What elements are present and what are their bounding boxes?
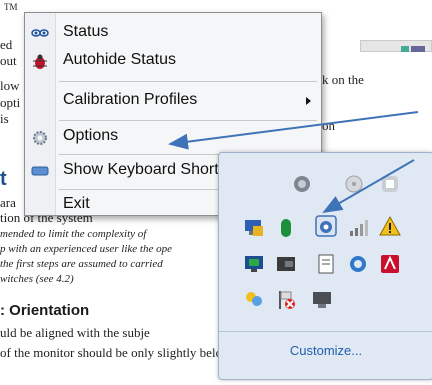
doc-text: the first steps are assumed to carried [0, 258, 163, 270]
menu-item-autohide-status[interactable]: Autohide Status [25, 47, 321, 75]
disc-icon[interactable] [343, 173, 365, 195]
drive-icon[interactable] [275, 253, 297, 275]
doc-text: TM [4, 2, 18, 12]
warning-icon[interactable] [379, 215, 401, 237]
eyes-tray-icon[interactable] [315, 215, 337, 237]
doc-text: out [0, 53, 17, 68]
monitor-icon[interactable] [311, 289, 333, 311]
doc-text: on [322, 118, 335, 133]
doc-text: low [0, 78, 20, 93]
network-icon[interactable] [243, 217, 265, 239]
tray-icon-grid [219, 153, 432, 323]
orientation-heading: : Orientation [0, 302, 90, 319]
menu-separator [59, 81, 317, 82]
gear-icon [31, 129, 49, 145]
menu-item-calibration-profiles[interactable]: Calibration Profiles [25, 87, 321, 115]
doc-text: is [0, 111, 9, 126]
doc-text: opti [0, 95, 21, 110]
doc-text: mended to limit the complexity of [0, 228, 147, 240]
sync-icon[interactable] [347, 253, 369, 275]
menu-item-label: Options [63, 127, 119, 144]
window-thumbnail [360, 40, 432, 52]
doc-text: ara [0, 195, 16, 210]
device-icon[interactable] [379, 173, 401, 195]
display-icon[interactable] [243, 253, 265, 275]
keyboard-icon [31, 163, 49, 179]
doc-text: witches (see 4.2) [0, 273, 74, 285]
menu-item-label: Status [63, 23, 109, 40]
tray-divider [219, 331, 432, 332]
menu-item-options[interactable]: Options [25, 123, 321, 151]
document-icon[interactable] [315, 253, 337, 275]
flag-error-icon[interactable] [275, 289, 297, 311]
people-icon[interactable] [243, 289, 265, 311]
doc-text: p with an experienced user like the ope [0, 243, 172, 255]
doc-text: k on the [322, 72, 364, 87]
signal-icon[interactable] [347, 217, 369, 239]
globe-icon[interactable] [291, 173, 313, 195]
bug-icon [31, 53, 49, 69]
section-heading: t [0, 168, 7, 190]
menu-separator [59, 120, 317, 121]
eyes-icon [31, 25, 49, 41]
customize-link[interactable]: Customize... [219, 343, 432, 358]
menu-item-label: Exit [63, 195, 90, 212]
bluetooth-icon[interactable] [275, 217, 297, 239]
doc-text: uld be aligned with the subje [0, 325, 150, 340]
menu-item-label: Calibration Profiles [63, 91, 198, 108]
menu-item-status[interactable]: Status [25, 19, 321, 47]
submenu-arrow-icon [306, 97, 311, 105]
doc-text: ed [0, 37, 13, 52]
pdf-icon[interactable] [379, 253, 401, 275]
menu-item-label: Autohide Status [63, 51, 176, 68]
notification-area-overflow: Customize... [218, 152, 432, 380]
